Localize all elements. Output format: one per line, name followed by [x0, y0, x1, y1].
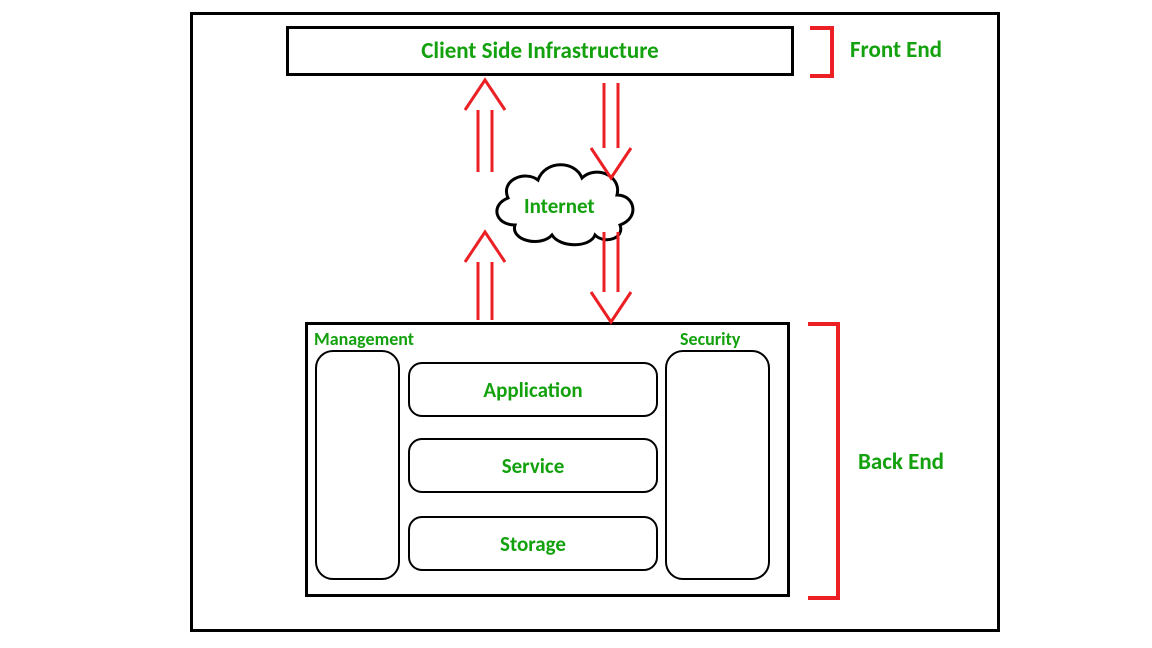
- management-label: Management: [314, 328, 414, 350]
- service-box: Service: [408, 438, 658, 493]
- back-end-label: Back End: [858, 448, 944, 476]
- security-label: Security: [680, 328, 740, 350]
- storage-box: Storage: [408, 516, 658, 571]
- management-box: [315, 350, 400, 580]
- diagram-canvas: Client Side Infrastructure Front End Int…: [0, 0, 1152, 648]
- client-side-box: Client Side Infrastructure: [286, 26, 794, 76]
- service-label: Service: [502, 453, 565, 479]
- client-side-label: Client Side Infrastructure: [421, 37, 659, 65]
- internet-label: Internet: [524, 193, 595, 219]
- application-box: Application: [408, 362, 658, 417]
- front-end-label: Front End: [850, 36, 942, 64]
- application-label: Application: [483, 377, 582, 403]
- storage-label: Storage: [500, 531, 566, 557]
- security-box: [665, 350, 770, 580]
